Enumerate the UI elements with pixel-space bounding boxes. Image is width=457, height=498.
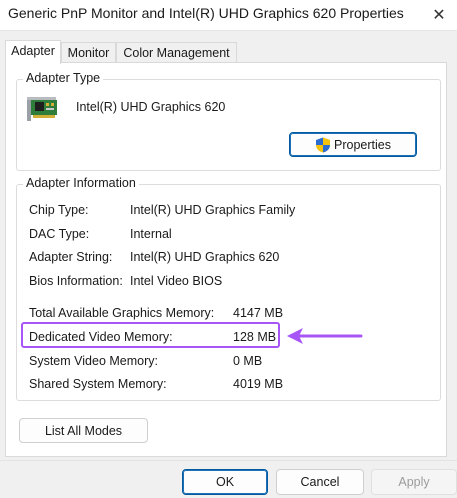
annotation-arrow-icon xyxy=(287,328,363,344)
graphics-card-icon xyxy=(27,94,59,122)
cancel-button[interactable]: Cancel xyxy=(276,469,364,495)
adapter-name: Intel(R) UHD Graphics 620 xyxy=(76,100,226,114)
list-all-modes-button[interactable]: List All Modes xyxy=(19,418,148,443)
close-icon: ✕ xyxy=(432,7,446,24)
shared-system-memory-label: Shared System Memory: xyxy=(29,377,167,391)
properties-button[interactable]: Properties xyxy=(289,132,417,157)
title-bar: Generic PnP Monitor and Intel(R) UHD Gra… xyxy=(0,0,457,31)
shared-system-memory-value: 4019 MB xyxy=(233,377,284,391)
adapter-string-label: Adapter String: xyxy=(29,250,113,264)
window-title: Generic PnP Monitor and Intel(R) UHD Gra… xyxy=(8,5,404,21)
adapter-panel: Adapter Type Intel(R) UHD Graphics 620 P… xyxy=(5,62,447,457)
adapter-string-value: Intel(R) UHD Graphics 620 xyxy=(130,250,280,264)
bios-information-label: Bios Information: xyxy=(29,274,123,288)
bios-information-value: Intel Video BIOS xyxy=(130,274,223,288)
adapter-type-heading: Adapter Type xyxy=(23,71,104,85)
properties-button-label: Properties xyxy=(334,137,391,152)
chip-type-label: Chip Type: xyxy=(29,203,89,217)
total-graphics-memory-label: Total Available Graphics Memory: xyxy=(29,306,215,320)
system-video-memory-value: 0 MB xyxy=(233,354,263,368)
adapter-type-group: Adapter Type Intel(R) UHD Graphics 620 P… xyxy=(16,71,441,171)
footer-divider xyxy=(0,460,457,461)
close-button[interactable]: ✕ xyxy=(421,0,457,30)
tab-monitor[interactable]: Monitor xyxy=(61,42,116,63)
tab-adapter[interactable]: Adapter xyxy=(5,40,61,64)
system-video-memory-label: System Video Memory: xyxy=(29,354,158,368)
chip-type-value: Intel(R) UHD Graphics Family xyxy=(130,203,296,217)
apply-button[interactable]: Apply xyxy=(371,469,457,495)
dac-type-label: DAC Type: xyxy=(29,227,90,241)
adapter-information-heading: Adapter Information xyxy=(23,176,139,190)
ok-button[interactable]: OK xyxy=(182,469,268,495)
dedicated-memory-highlight xyxy=(21,322,280,348)
dac-type-value: Internal xyxy=(130,227,172,241)
total-graphics-memory-value: 4147 MB xyxy=(233,306,284,320)
uac-shield-icon xyxy=(315,137,331,153)
tab-color-management[interactable]: Color Management xyxy=(116,42,237,63)
